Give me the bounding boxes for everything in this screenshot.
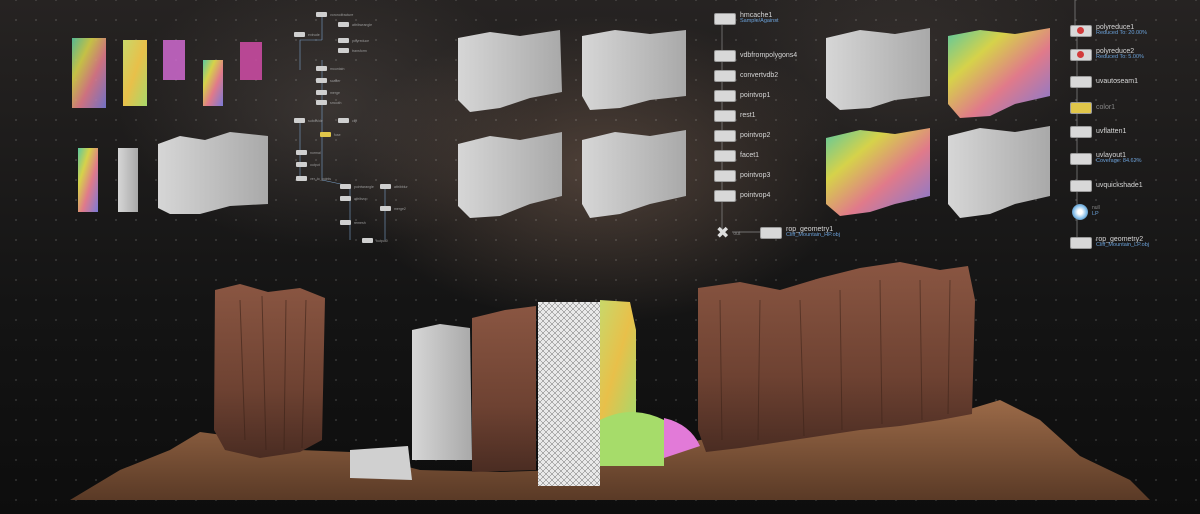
left-node[interactable]: voronoifracture — [316, 12, 353, 17]
left-node[interactable]: merge — [316, 90, 340, 95]
left-node[interactable]: fuse — [320, 132, 341, 137]
node-icon — [714, 90, 736, 102]
node-icon — [714, 170, 736, 182]
node-icon — [714, 70, 736, 82]
uv-thumbnails — [826, 28, 1050, 218]
node-pointvop2[interactable]: pointvop2 — [714, 130, 770, 142]
fracture-thumbnails — [72, 38, 268, 214]
node-facet1[interactable]: facet1 — [714, 150, 759, 162]
left-node[interactable]: attribblur — [380, 184, 408, 189]
uv-icon — [1070, 180, 1092, 192]
merge-x-icon: ✖ — [716, 225, 730, 242]
node-polyreduce2[interactable]: polyreduce2 Reduced To: 5.00% — [1070, 48, 1144, 61]
node-icon — [714, 130, 736, 142]
left-node[interactable]: ver_to_points — [296, 176, 331, 181]
left-node[interactable]: merge2 — [380, 206, 406, 211]
scene-render — [70, 0, 1150, 500]
node-rop-geometry2[interactable]: rop_geometry2 Cliff_Mountain_LP.obj — [1070, 236, 1149, 249]
left-node[interactable]: smooth — [316, 100, 341, 105]
polyreduce-icon — [1070, 48, 1092, 61]
left-node[interactable]: output — [296, 162, 320, 167]
node-uvautoseam1[interactable]: uvautoseam1 — [1070, 76, 1138, 88]
node-uvlayout1[interactable]: uvlayout1 Coverage: 84.62% — [1070, 152, 1142, 165]
left-node[interactable]: subdivide — [294, 118, 323, 123]
node-null-lp[interactable]: null LP — [1072, 204, 1100, 220]
node-convertvdb2[interactable]: convertvdb2 — [714, 70, 778, 82]
node-icon — [714, 190, 736, 202]
node-icon — [714, 150, 736, 162]
showcase-scene — [70, 262, 1150, 500]
node-icon — [714, 12, 736, 25]
node-pointvop3[interactable]: pointvop3 — [714, 170, 770, 182]
merge-node[interactable]: ✖ out — [716, 226, 740, 242]
left-node[interactable]: mountain — [316, 66, 344, 71]
left-node[interactable]: attribvop — [340, 196, 367, 201]
left-node[interactable]: pointwrangle — [340, 184, 374, 189]
rop-icon — [760, 226, 782, 239]
node-pointvop4[interactable]: pointvop4 — [714, 190, 770, 202]
left-node[interactable]: remesh — [340, 220, 366, 225]
uv-icon — [1070, 126, 1092, 138]
left-node[interactable]: scatter — [316, 78, 341, 83]
uv-icon — [1070, 152, 1092, 165]
node-polyreduce1[interactable]: polyreduce1 Reduced To: 20.00% — [1070, 24, 1147, 37]
cliff-thumbnails — [458, 30, 686, 218]
left-node[interactable]: attribwrangle — [338, 22, 372, 27]
null-node-icon — [1072, 204, 1088, 220]
rop-icon — [1070, 236, 1092, 249]
node-uvflatten1[interactable]: uvflatten1 — [1070, 126, 1126, 138]
polyreduce-icon — [1070, 24, 1092, 37]
left-node[interactable]: polyreduce — [338, 38, 369, 43]
node-rop-geometry1[interactable]: rop_geometry1 Cliff_Mountain_HP.obj — [760, 226, 840, 239]
houdini-viewport: voronoifracture attribwrangle extrude po… — [0, 0, 1200, 514]
left-node[interactable]: output0 — [362, 238, 388, 243]
uv-icon — [1070, 76, 1092, 88]
node-icon — [714, 110, 736, 122]
node-icon — [714, 50, 736, 62]
node-vdbfrompolygons4[interactable]: vdbfrompolygons4 — [714, 50, 797, 62]
color-icon — [1070, 102, 1092, 114]
node-hmcache1[interactable]: hmcache1 Sample/Against — [714, 12, 779, 25]
node-color1[interactable]: color1 — [1070, 102, 1115, 114]
left-node[interactable]: transform — [338, 48, 367, 53]
left-node[interactable]: clip — [338, 118, 357, 123]
node-rest1[interactable]: rest1 — [714, 110, 756, 122]
left-node[interactable]: extrude — [294, 32, 320, 37]
left-node[interactable]: normal — [296, 150, 321, 155]
node-uvquickshade1[interactable]: uvquickshade1 — [1070, 180, 1143, 192]
node-pointvop1[interactable]: pointvop1 — [714, 90, 770, 102]
